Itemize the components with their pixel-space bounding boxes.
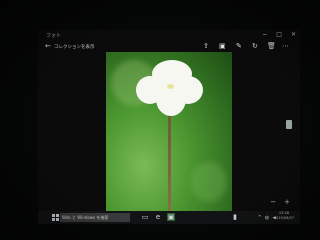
photo-view[interactable] (106, 52, 232, 215)
network-icon[interactable]: ◍ (265, 215, 269, 221)
more-icon[interactable]: ⋯ (282, 42, 289, 50)
maximize-button[interactable]: □ (276, 31, 282, 38)
photos-app-taskbar-icon[interactable]: ▣ (167, 213, 175, 221)
edge-browser-icon[interactable]: e (154, 213, 162, 221)
zoom-in-button[interactable]: + (284, 198, 290, 206)
background-bokeh (191, 162, 227, 202)
view-collection-link[interactable]: コレクションを表示 (54, 44, 95, 50)
minimize-button[interactable]: − (262, 31, 267, 38)
scroll-handle[interactable] (286, 120, 292, 129)
delete-icon[interactable]: 🗑 (267, 42, 276, 50)
title-bar: フォト − □ ✕ (38, 30, 300, 40)
flower-center (167, 84, 174, 89)
windows-start-icon[interactable] (52, 214, 59, 221)
back-arrow-icon[interactable]: ← (45, 42, 51, 50)
taskbar-search-box[interactable]: Web と Windows を検索 (60, 213, 130, 222)
clock[interactable]: 13:28 2015/08/07 (274, 211, 294, 221)
search-placeholder: Web と Windows を検索 (62, 215, 109, 220)
window-controls: − □ ✕ (262, 31, 296, 38)
app-title: フォト (46, 33, 62, 39)
close-button[interactable]: ✕ (291, 31, 296, 38)
photos-app-window: フォト − □ ✕ ← コレクションを表示 ⇪ ▣ ✎ ↻ 🗑 ⋯ − + We… (38, 30, 300, 224)
clock-date: 2015/08/07 (273, 216, 294, 220)
task-view-icon[interactable]: ▭ (141, 213, 149, 221)
zoom-out-button[interactable]: − (270, 198, 276, 206)
slideshow-icon[interactable]: ▣ (219, 42, 226, 50)
share-icon[interactable]: ⇪ (203, 42, 209, 50)
rotate-icon[interactable]: ↻ (252, 42, 258, 50)
notification-icon[interactable]: ▮ (231, 213, 239, 221)
flower-stem (168, 114, 171, 215)
chevron-up-icon[interactable]: ^ (258, 215, 262, 221)
zoom-controls: − + (270, 198, 290, 206)
edit-icon[interactable]: ✎ (236, 42, 242, 50)
taskbar: Web と Windows を検索 ▭ e ▣ ▮ ^ ◍ ◄ 13:28 20… (38, 211, 300, 224)
